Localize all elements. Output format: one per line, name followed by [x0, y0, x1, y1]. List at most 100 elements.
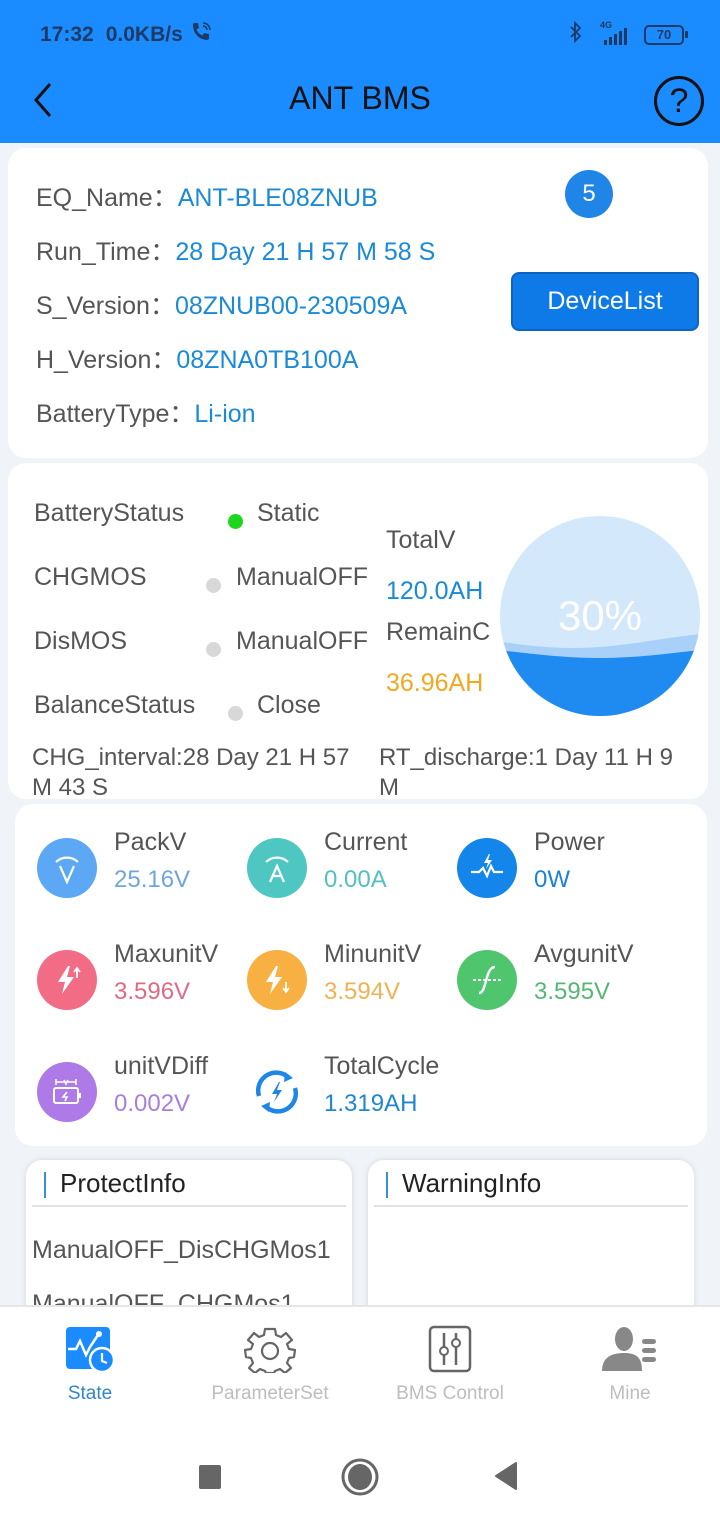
- gauge-wave-front: [500, 650, 700, 716]
- metric-minunitv: MinunitV 3.594V: [247, 940, 467, 1020]
- info-value: Li-ion: [194, 400, 256, 428]
- info-value: 08ZNA0TB100A: [176, 346, 359, 374]
- metric-label: Power: [534, 828, 605, 856]
- cycle-bolt-icon: [247, 1062, 307, 1122]
- info-row-eq-name: EQ_Name：ANT-BLE08ZNUB: [36, 178, 378, 214]
- status-bar: 17:32 0.0KB/s 4G 70: [40, 18, 688, 52]
- status-value-dismos: ManualOFF: [236, 627, 368, 655]
- ammeter-icon: [247, 838, 307, 898]
- info-row-h-version: H_Version：08ZNA0TB100A: [36, 340, 358, 376]
- metric-value: 25.16V: [114, 866, 191, 893]
- app-header: 17:32 0.0KB/s 4G 70 ANT BMS ?: [0, 0, 720, 143]
- metric-value: 1.319AH: [324, 1090, 418, 1117]
- tab-label: ParameterSet: [211, 1383, 329, 1404]
- device-info-card: EQ_Name：ANT-BLE08ZNUB Run_Time：28 Day 21…: [8, 148, 708, 458]
- metric-label: AvgunitV: [534, 940, 634, 968]
- state-chart-clock-icon: [66, 1327, 116, 1373]
- metrics-card: PackV 25.16V Current 0.00A Power 0W Maxu…: [15, 804, 707, 1146]
- recents-square-icon: [199, 1465, 221, 1489]
- battery-diff-icon: [37, 1062, 97, 1122]
- metric-totalcycle: TotalCycle 1.319AH: [247, 1052, 467, 1132]
- status-net-speed: 0.0KB/s: [105, 23, 183, 46]
- status-dot-gray: [206, 642, 221, 657]
- metric-label: MaxunitV: [114, 940, 219, 968]
- info-label: H_Version：: [36, 346, 177, 374]
- metric-value: 3.595V: [534, 978, 611, 1005]
- voltmeter-icon: [37, 838, 97, 898]
- signal-4g-icon: 4G: [594, 20, 634, 48]
- info-label: S_Version：: [36, 292, 175, 320]
- tab-parameterset[interactable]: ParameterSet: [180, 1325, 360, 1415]
- tab-state[interactable]: State: [0, 1325, 180, 1415]
- phone-wifi-call-icon: [189, 20, 213, 50]
- recents-button[interactable]: [198, 1457, 222, 1497]
- device-list-button[interactable]: DeviceList: [511, 272, 699, 331]
- bolt-up-icon: [37, 950, 97, 1010]
- metric-maxunitv: MaxunitV 3.596V: [37, 940, 257, 1020]
- sliders-icon: [428, 1325, 472, 1373]
- page-title: ANT BMS: [289, 80, 431, 116]
- metric-label: Current: [324, 828, 408, 856]
- metric-power: Power 0W: [457, 828, 677, 908]
- device-count-badge: 5: [565, 170, 613, 218]
- status-dot-gray: [206, 578, 221, 593]
- home-circle-icon: [341, 1458, 379, 1496]
- total-capacity-label: TotalV: [386, 526, 456, 554]
- home-button[interactable]: [340, 1457, 380, 1497]
- status-label-dismos: DisMOS: [34, 627, 128, 655]
- metric-current: Current 0.00A: [247, 828, 467, 908]
- remain-capacity-value: 36.96AH: [386, 669, 484, 697]
- metric-packv: PackV 25.16V: [37, 828, 257, 908]
- question-circle-icon: ?: [669, 82, 689, 120]
- tab-label: Mine: [609, 1383, 651, 1404]
- metric-value: 3.594V: [324, 978, 401, 1005]
- protect-info-title: ProtectInfo: [60, 1168, 186, 1198]
- panel-divider: [374, 1205, 688, 1207]
- status-dot-green: [228, 514, 243, 529]
- info-row-s-version: S_Version：08ZNUB00-230509A: [36, 286, 407, 322]
- tab-mine[interactable]: Mine: [540, 1325, 720, 1415]
- panel-accent-bar: [386, 1172, 388, 1198]
- rt-discharge-text: RT_discharge:1 Day 11 H 9 M: [379, 744, 673, 801]
- remain-capacity-label: RemainC: [386, 618, 491, 646]
- bluetooth-icon: [568, 20, 584, 50]
- system-back-button[interactable]: [492, 1457, 522, 1497]
- metric-label: PackV: [114, 828, 187, 856]
- metric-label: TotalCycle: [324, 1052, 440, 1080]
- info-value: 28 Day 21 H 57 M 58 S: [175, 238, 436, 266]
- tab-bms-control[interactable]: BMS Control: [360, 1325, 540, 1415]
- status-label-balance: BalanceStatus: [34, 691, 196, 719]
- info-value: 08ZNUB00-230509A: [174, 292, 408, 320]
- gear-icon: [244, 1327, 296, 1373]
- metric-label: unitVDiff: [114, 1052, 209, 1080]
- info-value: ANT-BLE08ZNUB: [177, 184, 378, 212]
- info-label: BatteryType：: [36, 400, 195, 428]
- metric-avgunitv: AvgunitV 3.595V: [457, 940, 677, 1020]
- bottom-tab-bar: State ParameterSet BMS Control Mine: [0, 1305, 720, 1520]
- panel-divider: [32, 1205, 346, 1207]
- metric-value: 0.00A: [324, 866, 387, 893]
- user-list-icon: [602, 1327, 656, 1371]
- back-triangle-icon: [495, 1462, 517, 1490]
- status-value-chgmos: ManualOFF: [236, 563, 368, 591]
- info-label: EQ_Name：: [36, 184, 178, 212]
- metric-value: 3.596V: [114, 978, 191, 1005]
- power-pulse-icon: [457, 838, 517, 898]
- chg-interval-text: CHG_interval:28 Day 21 H 57 M 43 S: [32, 744, 350, 801]
- tab-label: State: [67, 1383, 113, 1404]
- help-button[interactable]: ?: [654, 76, 704, 126]
- protect-item: ManualOFF_DisCHGMos1: [32, 1236, 331, 1264]
- panel-accent-bar: [44, 1172, 46, 1198]
- warning-info-title: WarningInfo: [402, 1168, 542, 1198]
- status-value-balance: Close: [257, 691, 321, 719]
- info-row-run-time: Run_Time：28 Day 21 H 57 M 58 S: [36, 232, 435, 268]
- metric-value: 0.002V: [114, 1090, 191, 1117]
- status-label-battery: BatteryStatus: [34, 499, 185, 527]
- metric-value: 0W: [534, 866, 570, 893]
- status-value-battery: Static: [257, 499, 320, 527]
- metric-unitvdiff: unitVDiff 0.002V: [37, 1052, 257, 1132]
- average-curve-icon: [457, 950, 517, 1010]
- battery-status-card: BatteryStatus Static CHGMOS ManualOFF Di…: [8, 463, 708, 801]
- status-time: 17:32: [40, 23, 94, 46]
- info-label: Run_Time：: [36, 238, 176, 266]
